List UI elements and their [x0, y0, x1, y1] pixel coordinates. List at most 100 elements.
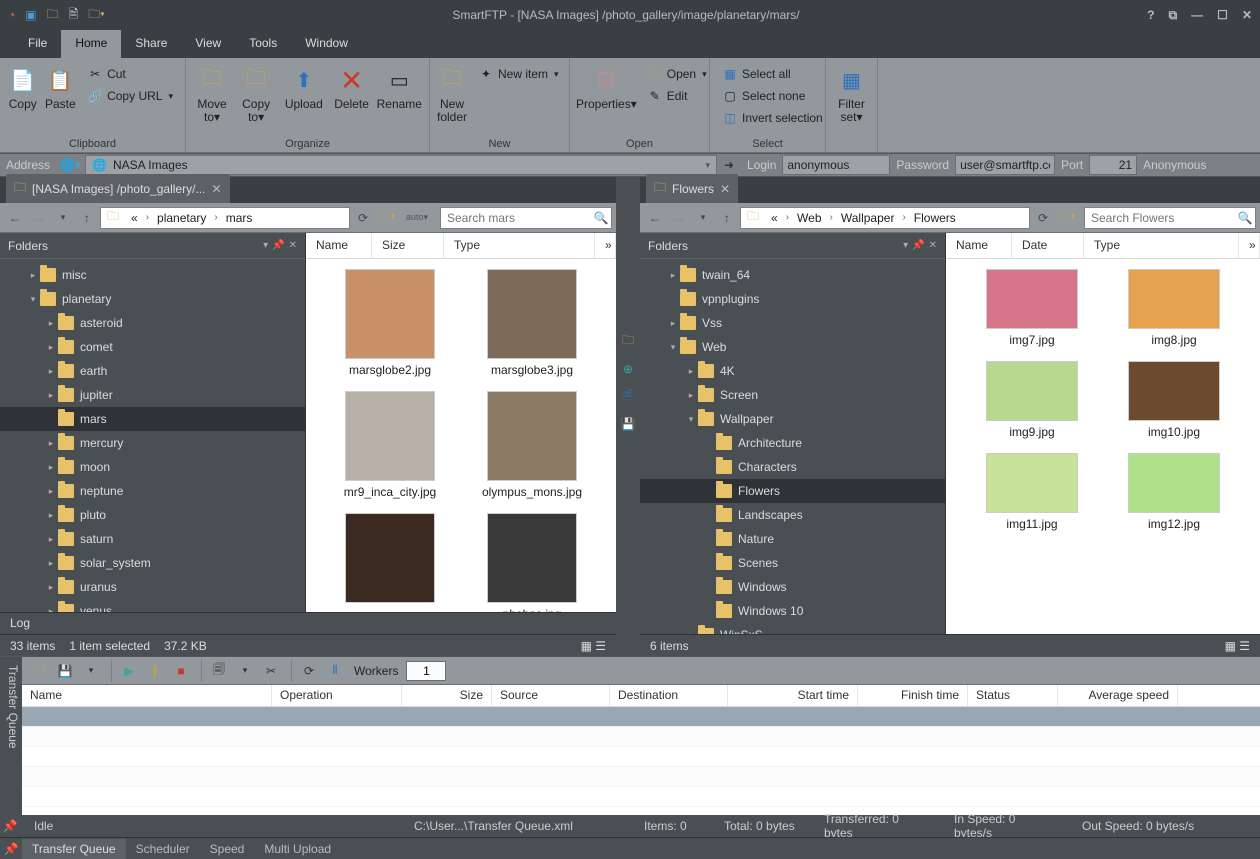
select-none-button[interactable]: ▢Select none: [716, 86, 829, 106]
tree-node[interactable]: ▸comet: [0, 335, 305, 359]
login-field[interactable]: [782, 155, 890, 175]
log-label[interactable]: Log: [0, 612, 616, 634]
thumbnail[interactable]: img12.jpg: [1114, 453, 1234, 531]
refresh-button[interactable]: ⟳: [1032, 207, 1054, 229]
back-button[interactable]: ←: [644, 207, 666, 229]
col-name[interactable]: Name: [946, 233, 1012, 258]
folder-picker-icon[interactable]: 🗀▾: [376, 207, 398, 229]
chevron-down-icon[interactable]: ▾: [903, 240, 908, 251]
col-name[interactable]: Name: [306, 233, 372, 258]
footer-tab[interactable]: Transfer Queue: [22, 839, 126, 859]
thumbnail[interactable]: img7.jpg: [972, 269, 1092, 347]
close-pane-icon[interactable]: ✕: [289, 240, 297, 251]
help-icon[interactable]: ?: [1147, 8, 1154, 22]
rename-button[interactable]: ▭Rename: [376, 62, 423, 132]
forward-button[interactable]: →: [668, 207, 690, 229]
tree-node[interactable]: Characters: [640, 455, 945, 479]
cut-button[interactable]: ✂Cut: [81, 64, 179, 84]
up-button[interactable]: ↑: [716, 207, 738, 229]
address-field[interactable]: 🌐NASA Images ▾: [85, 155, 717, 175]
refresh-icon[interactable]: ⟳: [298, 660, 320, 682]
filter-set-button[interactable]: ▦Filter set▾: [832, 62, 871, 132]
queue-col[interactable]: Start time: [728, 685, 858, 706]
thumbnail[interactable]: img10.jpg: [1114, 361, 1234, 439]
breadcrumb-segment[interactable]: Flowers: [908, 211, 962, 225]
breadcrumb-segment[interactable]: Wallpaper: [835, 211, 901, 225]
right-search[interactable]: 🔍: [1084, 207, 1256, 229]
footer-tab[interactable]: Scheduler: [126, 839, 200, 859]
thumbnail[interactable]: phobos.jpg: [472, 513, 592, 612]
invert-selection-button[interactable]: ◫Invert selection: [716, 108, 829, 128]
chevron-down-icon[interactable]: ▾: [263, 240, 268, 251]
copy-button[interactable]: 📄Copy: [6, 62, 40, 132]
tree-node[interactable]: Nature: [640, 527, 945, 551]
workers-field[interactable]: [406, 661, 446, 681]
thumbnail[interactable]: img8.jpg: [1114, 269, 1234, 347]
up-button[interactable]: ↑: [76, 207, 98, 229]
tree-node[interactable]: ▸solar_system: [0, 551, 305, 575]
tree-node[interactable]: ▸pluto: [0, 503, 305, 527]
col-size[interactable]: Size: [372, 233, 444, 258]
thumbnail[interactable]: img9.jpg: [972, 361, 1092, 439]
thumbnail[interactable]: marsglobe3.jpg: [472, 269, 592, 377]
tree-node[interactable]: ▸misc: [0, 263, 305, 287]
tree-node[interactable]: ▸Vss: [640, 311, 945, 335]
pin-icon[interactable]: 📌: [0, 842, 22, 856]
close-pane-icon[interactable]: ✕: [929, 240, 937, 251]
tree-node[interactable]: Architecture: [640, 431, 945, 455]
tree-node[interactable]: ▸uranus: [0, 575, 305, 599]
tree-node[interactable]: ▸venus: [0, 599, 305, 612]
thumbnail[interactable]: mr9_inca_city.jpg: [330, 391, 450, 499]
search-icon[interactable]: 🔍: [1235, 211, 1255, 225]
queue-col[interactable]: Average speed: [1058, 685, 1178, 706]
open-button[interactable]: 🗀Open▾: [641, 64, 713, 84]
tree-node[interactable]: ▸4K: [640, 359, 945, 383]
footer-tab[interactable]: Speed: [200, 839, 255, 859]
tree-node[interactable]: ▸twain_64: [640, 263, 945, 287]
history-button[interactable]: ▾: [52, 207, 74, 229]
queue-col[interactable]: Size: [402, 685, 492, 706]
copy-url-button[interactable]: 🔗Copy URL▾: [81, 86, 179, 106]
back-button[interactable]: ←: [4, 207, 26, 229]
tree-node[interactable]: Windows 10: [640, 599, 945, 623]
col-type[interactable]: Type: [1084, 233, 1239, 258]
new-window-icon[interactable]: ▣: [25, 8, 36, 22]
breadcrumb-segment[interactable]: «: [125, 211, 144, 225]
port-field[interactable]: [1089, 155, 1137, 175]
copy-to-button[interactable]: 🗀Copy to▾: [236, 62, 276, 132]
tree-node[interactable]: Flowers: [640, 479, 945, 503]
tree-node[interactable]: Windows: [640, 575, 945, 599]
tree-node[interactable]: ▸Screen: [640, 383, 945, 407]
restore-icon[interactable]: ⧉: [1169, 8, 1178, 23]
footer-tab[interactable]: Multi Upload: [254, 839, 341, 859]
qa-save-icon[interactable]: 💾: [621, 417, 636, 431]
auto-button[interactable]: auto▾: [400, 207, 434, 229]
menu-tools[interactable]: Tools: [235, 30, 291, 58]
dd-icon[interactable]: ▾: [80, 660, 102, 682]
queue-col[interactable]: Operation: [272, 685, 402, 706]
thumbnail[interactable]: [330, 513, 450, 612]
dd-icon[interactable]: ▾: [234, 660, 256, 682]
upload-button[interactable]: ⬆Upload: [280, 62, 327, 132]
left-breadcrumb[interactable]: 🗀«›planetary›mars: [100, 207, 350, 229]
tree-node[interactable]: vpnplugins: [640, 287, 945, 311]
queue-col[interactable]: Status: [968, 685, 1058, 706]
tree-node[interactable]: Landscapes: [640, 503, 945, 527]
col-more-icon[interactable]: »: [1239, 233, 1260, 258]
queue-row[interactable]: [22, 767, 1260, 787]
dropdown-icon[interactable]: 🗀▾: [88, 5, 104, 26]
globe-icon[interactable]: 🌐▾: [56, 158, 85, 172]
tree-node[interactable]: ▸saturn: [0, 527, 305, 551]
paste-button[interactable]: 📋Paste: [44, 62, 78, 132]
minimize-icon[interactable]: —: [1191, 8, 1203, 22]
bars-icon[interactable]: ⦀: [324, 660, 346, 682]
menu-home[interactable]: Home: [61, 30, 121, 58]
queue-col[interactable]: Destination: [610, 685, 728, 706]
maximize-icon[interactable]: ☐: [1217, 8, 1228, 22]
pause-icon[interactable]: ∥: [144, 660, 166, 682]
folder-icon[interactable]: 🗀: [47, 5, 59, 26]
qa-folder-icon[interactable]: 🗀: [622, 331, 634, 352]
folder-picker-icon[interactable]: 🗀▾: [1056, 207, 1078, 229]
tree-node[interactable]: ▾planetary: [0, 287, 305, 311]
copy-icon[interactable]: 🗐: [208, 660, 230, 682]
